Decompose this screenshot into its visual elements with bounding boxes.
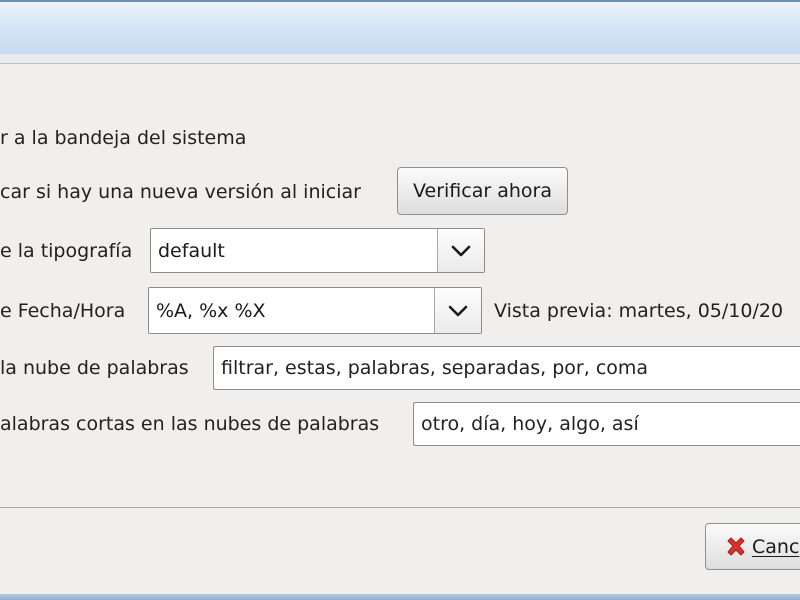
chevron-down-icon bbox=[451, 245, 471, 256]
short-words-label: alabras cortas en las nubes de palabras bbox=[0, 413, 380, 435]
cancel-button[interactable]: Canc bbox=[705, 523, 800, 570]
dialog-footer: Canc bbox=[0, 508, 800, 594]
wordcloud-filter-value: filtrar, estas, palabras, separadas, por… bbox=[221, 357, 649, 379]
wordcloud-filter-label: la nube de palabras bbox=[0, 357, 189, 379]
title-separator bbox=[0, 54, 800, 64]
cancel-button-label: Canc bbox=[752, 535, 800, 558]
check-version-label[interactable]: car si hay una nueva versión al iniciar bbox=[0, 180, 361, 204]
settings-panel: r a la bandeja del sistema car si hay un… bbox=[0, 64, 800, 508]
wordcloud-filter-input[interactable]: filtrar, estas, palabras, separadas, por… bbox=[213, 346, 800, 390]
title-bar[interactable] bbox=[0, 0, 800, 54]
datetime-format-combo[interactable]: %A, %x %X bbox=[148, 287, 482, 334]
chevron-down-icon bbox=[448, 305, 468, 316]
datetime-combo-dropdown[interactable] bbox=[434, 288, 481, 333]
font-label: e la tipografía bbox=[0, 240, 133, 262]
font-combo-dropdown[interactable] bbox=[437, 229, 484, 272]
font-combo-value: default bbox=[158, 239, 225, 262]
preferences-dialog: r a la bandeja del sistema car si hay un… bbox=[0, 0, 800, 600]
short-words-input[interactable]: otro, día, hoy, algo, así bbox=[413, 402, 800, 446]
minimize-to-tray-label[interactable]: r a la bandeja del sistema bbox=[0, 126, 246, 150]
short-words-value: otro, día, hoy, algo, así bbox=[421, 413, 639, 435]
datetime-preview: Vista previa: martes, 05/10/20 bbox=[494, 300, 784, 322]
datetime-format-label: e Fecha/Hora bbox=[0, 300, 126, 322]
window-bottom-border bbox=[0, 594, 800, 600]
font-combo[interactable]: default bbox=[150, 228, 485, 273]
cancel-icon bbox=[727, 536, 745, 556]
check-now-button[interactable]: Verificar ahora bbox=[397, 167, 568, 215]
datetime-format-value: %A, %x %X bbox=[156, 299, 266, 322]
